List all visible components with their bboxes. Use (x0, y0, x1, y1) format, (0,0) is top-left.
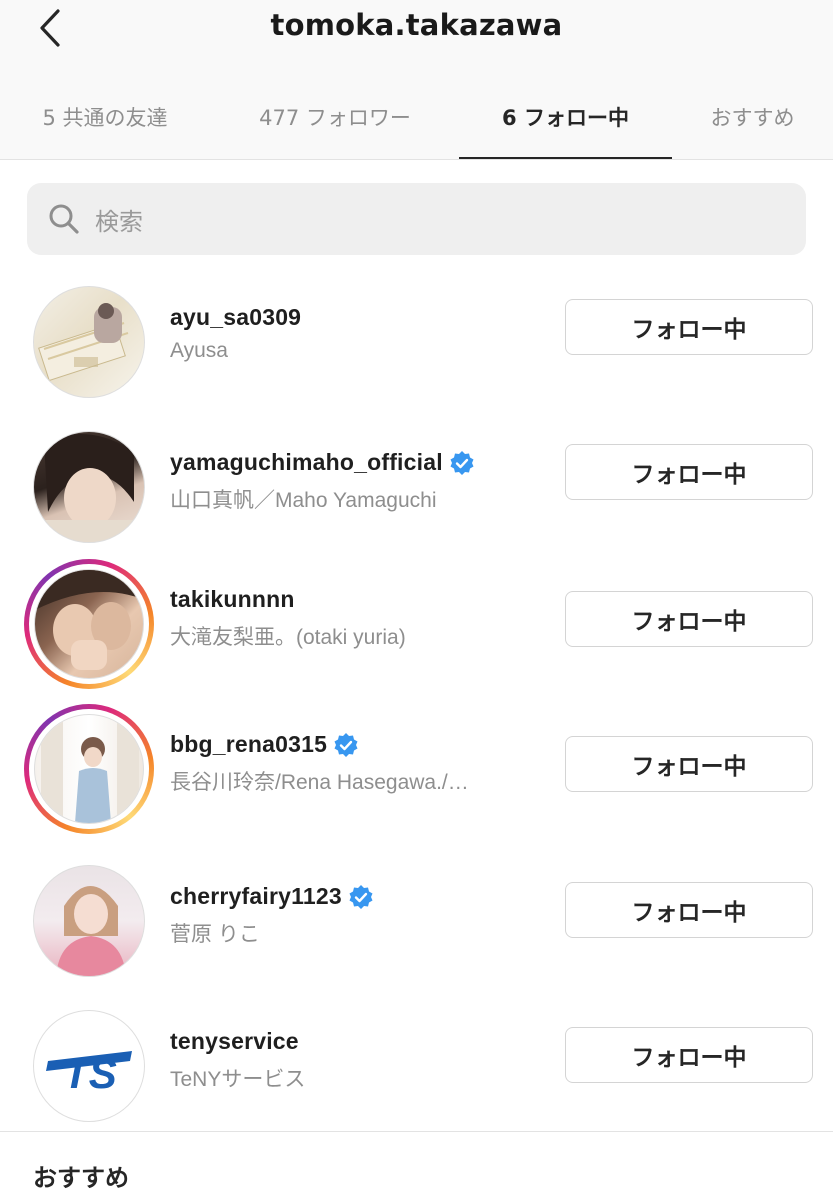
tab-following[interactable]: 6 フォロー中 (459, 92, 672, 160)
search-placeholder: 検索 (95, 207, 143, 236)
photo-placeholder (34, 434, 144, 542)
username[interactable]: bbg_rena0315 (170, 731, 550, 758)
username-text: cherryfairy1123 (170, 883, 342, 909)
section-divider (0, 1131, 833, 1132)
avatar-story-ring[interactable] (24, 704, 154, 834)
tab-label: 5 共通の友達 (42, 106, 168, 130)
list-item[interactable]: cherryfairy1123 菅原 りこ フォロー中 (0, 856, 833, 1001)
username[interactable]: tenyservice (170, 1028, 550, 1055)
photo-placeholder (56, 886, 126, 976)
user-text: tenyservice TeNYサービス (170, 1028, 550, 1093)
list-item[interactable]: TS tenyservice TeNYサービス フォロー中 (0, 1001, 833, 1146)
following-button[interactable]: フォロー中 (565, 591, 813, 647)
username[interactable]: takikunnnn (170, 586, 550, 613)
full-name: Ayusa (170, 339, 228, 362)
list-item[interactable]: ayu_sa0309 Ayusa フォロー中 (0, 277, 833, 422)
avatar-story-ring[interactable] (24, 559, 154, 689)
full-name: 菅原 りこ (170, 923, 260, 946)
list-item[interactable]: takikunnnn 大滝友梨亜。(otaki yuria) フォロー中 (0, 559, 833, 704)
avatar[interactable] (24, 277, 154, 407)
user-text: ayu_sa0309 Ayusa (170, 304, 550, 363)
following-button[interactable]: フォロー中 (565, 444, 813, 500)
username-text: takikunnnn (170, 586, 295, 612)
verified-badge-icon (349, 884, 373, 909)
following-button[interactable]: フォロー中 (565, 882, 813, 938)
photo-placeholder (35, 570, 143, 670)
user-text: cherryfairy1123 菅原 りこ (170, 883, 550, 948)
list-item[interactable]: yamaguchimaho_official 山口真帆／Maho Yamaguc… (0, 422, 833, 567)
username-text: bbg_rena0315 (170, 731, 328, 757)
photo-placeholder (38, 303, 129, 382)
page-title: tomoka.takazawa (270, 8, 563, 42)
tab-label: おすすめ (710, 106, 795, 130)
full-name: 長谷川玲奈/Rena Hasegawa./… (170, 771, 469, 794)
following-button[interactable]: フォロー中 (565, 1027, 813, 1083)
tab-mutual-friends[interactable]: 5 共通の友達 (20, 92, 190, 160)
avatar[interactable] (24, 422, 154, 552)
username-text: yamaguchimaho_official (170, 449, 443, 475)
full-name: 山口真帆／Maho Yamaguchi (170, 489, 437, 512)
top-header: tomoka.takazawa 5 共通の友達 477 フォロワー 6 フォロー… (0, 0, 833, 160)
full-name: TeNYサービス (170, 1068, 306, 1091)
verified-badge-icon (334, 732, 358, 757)
search-input[interactable]: 検索 (27, 183, 806, 255)
photo-placeholder (41, 715, 139, 823)
avatar[interactable]: TS (24, 1001, 154, 1131)
user-text: yamaguchimaho_official 山口真帆／Maho Yamaguc… (170, 449, 550, 514)
list-item[interactable]: bbg_rena0315 長谷川玲奈/Rena Hasegawa./… フォロー… (0, 704, 833, 849)
search-icon (49, 204, 79, 234)
tab-label: 477 フォロワー (259, 106, 411, 130)
avatar[interactable] (24, 856, 154, 986)
user-text: takikunnnn 大滝友梨亜。(otaki yuria) (170, 586, 550, 651)
tab-label: 6 フォロー中 (502, 106, 629, 130)
username-text: ayu_sa0309 (170, 304, 302, 330)
verified-badge-icon (450, 450, 474, 475)
tab-followers[interactable]: 477 フォロワー (240, 92, 430, 160)
full-name: 大滝友梨亜。(otaki yuria) (170, 626, 406, 649)
username[interactable]: yamaguchimaho_official (170, 449, 550, 476)
suggested-section-title: おすすめ (33, 1164, 129, 1192)
user-text: bbg_rena0315 長谷川玲奈/Rena Hasegawa./… (170, 731, 550, 796)
active-tab-indicator (459, 157, 672, 159)
username-text: tenyservice (170, 1028, 299, 1054)
following-button[interactable]: フォロー中 (565, 299, 813, 355)
tab-suggested[interactable]: おすすめ (695, 92, 810, 160)
username[interactable]: cherryfairy1123 (170, 883, 550, 910)
tenyservice-logo-icon: TS (46, 1050, 132, 1097)
tab-bar: 5 共通の友達 477 フォロワー 6 フォロー中 おすすめ (0, 92, 833, 160)
logo-text: TS (63, 1050, 117, 1097)
username[interactable]: ayu_sa0309 (170, 304, 550, 331)
following-button[interactable]: フォロー中 (565, 736, 813, 792)
